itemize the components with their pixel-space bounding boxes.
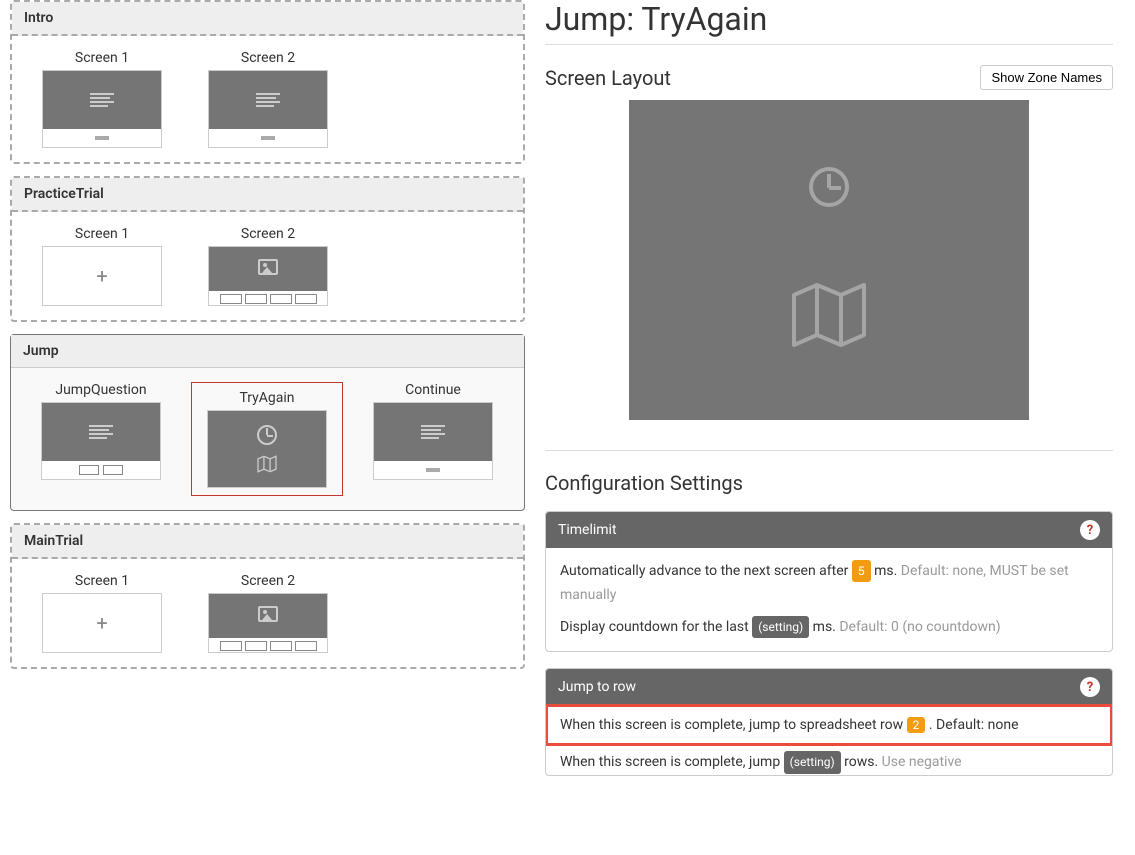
config-settings-heading: Configuration Settings: [545, 471, 1113, 495]
screen-label: Screen 1: [26, 226, 178, 242]
properties-panel: Jump: TryAgain Screen Layout Show Zone N…: [535, 0, 1135, 855]
display-group[interactable]: MainTrial Screen 1+ Screen 2: [10, 523, 525, 669]
screen-label: Screen 2: [192, 50, 344, 66]
map-icon: [789, 280, 869, 354]
group-header[interactable]: Jump: [11, 335, 524, 368]
screen-card[interactable]: TryAgain: [191, 382, 343, 496]
displays-panel: Intro Screen 1 Screen 2 PracticeTrial Screen…: [0, 0, 535, 855]
screen-label: Screen 2: [192, 226, 344, 242]
screen-label: JumpQuestion: [25, 382, 177, 398]
screen-label: Screen 1: [26, 573, 178, 589]
jumptorow-header: Jump to row: [558, 679, 636, 695]
display-group[interactable]: Jump JumpQuestion TryAgain Continue: [10, 334, 525, 511]
group-header[interactable]: PracticeTrial: [12, 178, 523, 212]
help-icon[interactable]: ?: [1080, 520, 1100, 540]
display-group[interactable]: Intro Screen 1 Screen 2: [10, 0, 525, 164]
screen-label: Screen 1: [26, 50, 178, 66]
group-header[interactable]: MainTrial: [12, 525, 523, 559]
screen-layout-heading: Screen Layout: [545, 66, 671, 90]
screen-card[interactable]: Screen 2: [192, 50, 344, 148]
group-header[interactable]: Intro: [12, 2, 523, 36]
screen-card[interactable]: Screen 2: [192, 573, 344, 653]
screen-label: TryAgain: [199, 390, 335, 406]
timelimit-block: Timelimit ? Automatically advance to the…: [545, 511, 1113, 652]
help-icon[interactable]: ?: [1080, 677, 1100, 697]
timelimit-value-badge[interactable]: 5: [852, 560, 871, 582]
countdown-setting-badge[interactable]: (setting): [752, 616, 809, 638]
screen-card[interactable]: Screen 1+: [26, 573, 178, 653]
screen-card[interactable]: JumpQuestion: [25, 382, 177, 496]
screen-card[interactable]: Screen 1+: [26, 226, 178, 306]
page-title: Jump: TryAgain: [545, 0, 1113, 38]
screen-card[interactable]: Screen 1: [26, 50, 178, 148]
screen-label: Continue: [357, 382, 509, 398]
screen-card[interactable]: Screen 2: [192, 226, 344, 306]
highlighted-setting: When this screen is complete, jump to sp…: [545, 704, 1113, 746]
jump-setting-badge[interactable]: (setting): [784, 751, 841, 773]
screen-card[interactable]: Continue: [357, 382, 509, 496]
jumptorow-value-badge[interactable]: 2: [907, 717, 926, 733]
jumptorow-block: Jump to row ? When this screen is comple…: [545, 668, 1113, 776]
show-zone-names-button[interactable]: Show Zone Names: [980, 65, 1113, 90]
screen-label: Screen 2: [192, 573, 344, 589]
timelimit-header: Timelimit: [558, 522, 617, 538]
display-group[interactable]: PracticeTrial Screen 1+ Screen 2: [10, 176, 525, 322]
clock-icon: [809, 167, 849, 207]
screen-layout-preview[interactable]: [629, 100, 1029, 420]
